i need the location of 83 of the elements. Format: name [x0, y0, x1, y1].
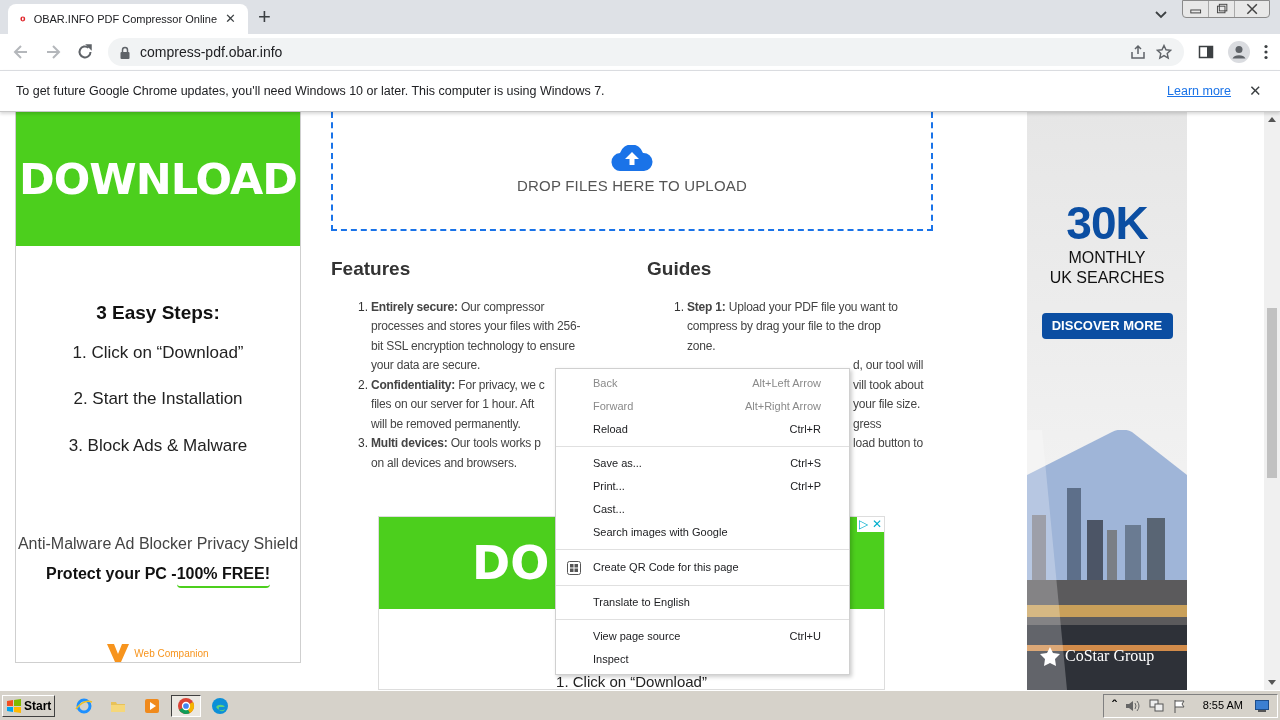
menu-item[interactable]: Create QR Code for this page — [556, 555, 849, 580]
drop-label: DROP FILES HERE TO UPLOAD — [516, 176, 748, 196]
brand-name: CoStar Group — [1065, 646, 1155, 667]
section-heading: Features — [331, 257, 412, 281]
tray-toggle-button[interactable]: ˆ — [1111, 698, 1117, 713]
menu-icon[interactable] — [1264, 44, 1268, 60]
brand-name: Web Companion — [134, 646, 209, 661]
ad-figure: 30K — [1066, 198, 1148, 248]
update-message: To get future Google Chrome updates, you'll need Windows 10 or later. This computer is using Windows 7. — [16, 82, 606, 100]
shortcut-text: Ctrl+P — [790, 479, 821, 495]
ad-text: UK SEARCHES — [1049, 268, 1165, 288]
flag-icon[interactable] — [1172, 698, 1187, 713]
qr-code-icon — [567, 560, 581, 575]
menu-item[interactable]: Save as... Ctrl+S — [556, 452, 849, 475]
new-tab-button[interactable]: + — [258, 6, 271, 28]
ad-step: 1. Click on “Download” — [556, 674, 707, 689]
windows-flag-icon — [6, 698, 22, 713]
speaker-icon[interactable] — [1124, 698, 1141, 713]
list-number: 2. — [358, 376, 369, 394]
ad-promo-text: Protect your PC - — [45, 564, 177, 584]
banner-text: DO — [472, 534, 550, 592]
ad-panel[interactable]: 30K MONTHLY UK SEARCHES DISCOVER MORE CoStar Group — [1027, 112, 1187, 690]
shortcut-text: Ctrl+U — [789, 629, 821, 645]
scrollbar-thumb[interactable] — [1267, 308, 1277, 478]
ad-step: 2. Start the Installation — [73, 386, 243, 412]
drop-zone[interactable]: DROP FILES HERE TO UPLOAD — [331, 112, 933, 231]
ad-panel[interactable]: DOWNLOAD 3 Easy Steps: 1. Click on “Download” 2. Start the Installation 3. Block Ads & Malware Anti-Malware Ad Blocker Privacy Shield Protect your PC -100% FREE! Web Companion — [15, 112, 301, 663]
list-item-text: d, our tool will — [853, 357, 924, 374]
browser-tab[interactable]: OBAR.INFO PDF Compressor Online ✕ — [8, 4, 248, 34]
section-heading: Guides — [647, 257, 713, 281]
list-item-text: your file size. — [853, 396, 921, 413]
shortcut-text: Alt+Right Arrow — [744, 399, 821, 415]
scroll-down-icon[interactable] — [1268, 680, 1276, 685]
close-infobar-button[interactable]: ✕ — [1249, 79, 1262, 103]
network-icon[interactable] — [1148, 698, 1165, 713]
discover-more-button[interactable]: DISCOVER MORE — [1041, 313, 1173, 339]
scroll-up-icon[interactable] — [1268, 117, 1276, 122]
tab-title: OBAR.INFO PDF Compressor Online — [33, 11, 217, 27]
learn-more-link[interactable]: Learn more — [1167, 81, 1231, 101]
url-text: compress-pdf.obar.info — [140, 42, 283, 62]
banner-text: DOWNLOAD — [19, 152, 297, 206]
shortcut-text: Ctrl+R — [789, 422, 821, 438]
menu-item[interactable]: Translate to English — [556, 591, 849, 614]
list-number: 3. — [358, 435, 369, 452]
profile-icon[interactable] — [1228, 41, 1250, 63]
chevron-down-icon[interactable] — [1155, 11, 1167, 19]
list-item-text: Confidentiality: For privacy, we c files on our server for 1 hour. Aft will be removed permanently. — [371, 376, 545, 433]
side-panel-icon[interactable] — [1198, 44, 1214, 60]
scrollbar[interactable] — [1264, 112, 1280, 690]
list-item-text: gress — [853, 415, 882, 433]
list-item-text: Multi devices: Our tools works p on all devices and browsers. — [371, 435, 541, 472]
list-item-text: load button to — [853, 435, 923, 452]
menu-item[interactable]: Search images with Google — [556, 521, 849, 544]
share-icon[interactable] — [1130, 44, 1146, 60]
cloud-upload-icon — [611, 145, 653, 171]
lock-icon — [120, 45, 130, 59]
star-logo-icon — [1039, 646, 1061, 666]
list-number: 1. — [358, 298, 369, 316]
ad-step: 3. Block Ads & Malware — [68, 432, 248, 458]
menu-item[interactable]: Print... Ctrl+P — [556, 475, 849, 498]
start-button[interactable]: Start — [2, 694, 56, 717]
list-number: 1. — [674, 298, 685, 316]
ad-promo-highlight: 100% FREE! — [176, 562, 271, 588]
list-item-text: Step 1: Upload your PDF file you want to compress by drag your file to the drop zone. — [687, 298, 898, 355]
star-icon[interactable] — [1156, 44, 1172, 60]
ad-tagline: Anti-Malware Ad Blocker Privacy Shield — [17, 534, 299, 554]
reload-icon[interactable] — [76, 43, 94, 61]
ad-step: 1. Click on “Download” — [72, 339, 244, 365]
shortcut-text: Ctrl+S — [790, 456, 821, 472]
shortcut-text: Alt+Left Arrow — [752, 376, 821, 392]
close-tab-button[interactable]: ✕ — [225, 9, 236, 29]
menu-item[interactable]: View page source Ctrl+U — [556, 625, 849, 648]
address-field[interactable]: compress-pdf.obar.info — [108, 38, 1184, 66]
ad-heading: 3 Easy Steps: — [96, 301, 220, 325]
show-desktop-icon[interactable] — [1255, 699, 1269, 712]
ad-text: MONTHLY — [1068, 248, 1146, 268]
list-item-text: vill took about — [853, 376, 924, 394]
menu-item[interactable]: Reload Ctrl+R — [556, 418, 849, 441]
window-controls[interactable] — [1182, 0, 1270, 18]
menu-item[interactable]: Inspect — [556, 648, 849, 671]
list-item-text: Entirely secure: Our compressor processes and stores your files with 256- bit SSL encryption technology to ensure your data are secure. — [371, 298, 581, 374]
clock-text: 8:55 AM — [1202, 698, 1243, 714]
chrome-taskbar-icon[interactable] — [171, 694, 202, 717]
